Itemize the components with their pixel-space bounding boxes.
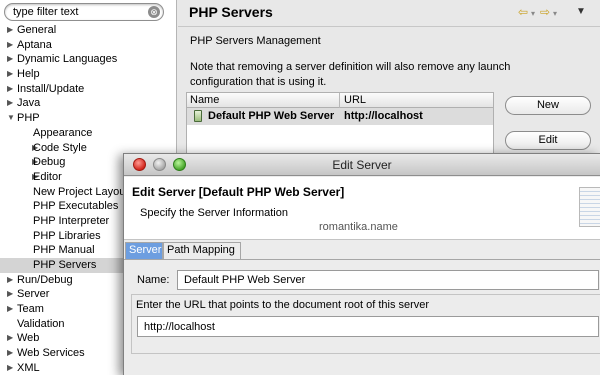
disclosure-collapsed-icon[interactable]: ▶ (7, 287, 16, 302)
disclosure-collapsed-icon[interactable]: ▶ (7, 361, 16, 375)
server-name-field[interactable] (177, 270, 599, 290)
forward-dropdown-icon[interactable]: ▾ (553, 9, 557, 18)
tree-item-label: Web Services (17, 347, 85, 360)
server-icon (194, 110, 202, 122)
removal-note: Note that removing a server definition w… (190, 61, 511, 88)
disclosure-collapsed-icon[interactable]: ▶ (7, 38, 16, 53)
new-button[interactable]: New (505, 96, 591, 115)
tree-item-label: Editor (33, 170, 62, 183)
disclosure-collapsed-icon[interactable]: ▶ (7, 273, 16, 288)
tree-item-label: PHP Servers (33, 259, 97, 271)
forward-arrow-icon[interactable]: ⇨ (540, 5, 550, 19)
disclosure-collapsed-icon[interactable]: ▶ (7, 302, 16, 317)
tree-item-label: New Project Layou (33, 185, 126, 198)
tree-item-label: Help (17, 68, 40, 81)
tree-item[interactable]: ▶ Java (0, 96, 176, 111)
page-header: PHP Servers ⇦ ▾ ⇨ ▾ ▼ (178, 0, 600, 26)
disclosure-collapsed-icon[interactable]: ▶ (7, 67, 16, 82)
tree-item-label: Validation (17, 317, 65, 330)
tree-item-label: Web (17, 332, 40, 345)
base-url-field[interactable] (137, 316, 599, 337)
tree-item[interactable]: ▶ Aptana (0, 38, 176, 53)
tree-item-label: Debug (33, 156, 66, 169)
url-description: Enter the URL that points to the documen… (136, 299, 430, 311)
table-row[interactable]: Default PHP Web Server http://localhost (187, 108, 493, 125)
tree-item-label: Aptana (17, 38, 52, 51)
column-header-name[interactable]: Name (190, 94, 219, 106)
back-dropdown-icon[interactable]: ▾ (531, 9, 535, 18)
filter-input[interactable] (13, 5, 143, 19)
table-header: Name URL (187, 93, 493, 108)
management-label: PHP Servers Management (190, 35, 321, 47)
header-divider (178, 26, 600, 27)
tree-item[interactable]: Appearance (0, 126, 176, 141)
tree-item-label: Code Style (33, 141, 87, 154)
tab-path-mapping[interactable]: Path Mapping (163, 242, 241, 259)
disclosure-collapsed-icon[interactable]: ▶ (7, 23, 16, 38)
tree-item-label: Team (17, 303, 44, 316)
view-menu-icon[interactable]: ▼ (576, 6, 586, 17)
disclosure-collapsed-icon[interactable]: ▶ (7, 82, 16, 97)
disclosure-collapsed-icon[interactable]: ▶ (7, 331, 16, 346)
tree-item-label: Java (17, 97, 41, 110)
tab-server[interactable]: Server (125, 242, 163, 259)
tree-item-label: Dynamic Languages (17, 53, 118, 66)
tree-item-label: PHP Manual (33, 244, 95, 257)
tree-item[interactable]: ▶ Dynamic Languages (0, 52, 176, 67)
server-name-cell: Default PHP Web Server (208, 110, 335, 122)
column-divider (339, 93, 340, 108)
tree-item-label: PHP Executables (33, 200, 119, 213)
dialog-banner: Edit Server [Default PHP Web Server] Spe… (124, 177, 600, 240)
tree-item-label: Run/Debug (17, 273, 73, 286)
dialog-heading: Edit Server [Default PHP Web Server] (132, 185, 345, 199)
page-title: PHP Servers (189, 4, 273, 20)
disclosure-collapsed-icon[interactable]: ▶ (7, 52, 16, 67)
disclosure-expanded-icon[interactable]: ▼ (7, 111, 16, 126)
tree-item-label: PHP (17, 112, 40, 125)
column-header-url[interactable]: URL (344, 94, 366, 106)
tree-item-label: PHP Interpreter (33, 214, 110, 227)
tree-item[interactable]: ▼ PHP (0, 111, 176, 126)
servers-table[interactable]: Name URL Default PHP Web Server http://l… (186, 92, 494, 154)
dialog-titlebar[interactable]: Edit Server (124, 154, 600, 176)
dialog-subheading: Specify the Server Information (140, 207, 288, 219)
tree-item[interactable]: ▶ Install/Update (0, 82, 176, 97)
tree-item[interactable]: ▶ Help (0, 67, 176, 82)
dialog-title: Edit Server (332, 158, 392, 172)
filter-field[interactable]: ⊗ (4, 3, 164, 21)
clear-filter-icon[interactable]: ⊗ (148, 6, 160, 18)
server-url-cell: http://localhost (344, 110, 423, 122)
tree-item[interactable]: ▶ General (0, 23, 176, 38)
tree-item-label: XML (17, 361, 40, 374)
name-label: Name: (137, 274, 170, 286)
tree-item-label: Install/Update (17, 82, 85, 95)
tree-item-label: Server (17, 288, 50, 301)
edit-server-dialog: Edit Server Edit Server [Default PHP Web… (123, 153, 600, 375)
edit-button[interactable]: Edit (505, 131, 591, 150)
back-arrow-icon[interactable]: ⇦ (518, 5, 528, 19)
tree-item-label: General (17, 24, 57, 36)
wizard-banner-icon (579, 187, 600, 227)
disclosure-collapsed-icon[interactable]: ▶ (7, 346, 16, 361)
tree-item-label: Appearance (33, 126, 93, 139)
watermark-text: romantika.name (319, 221, 398, 233)
disclosure-collapsed-icon[interactable]: ▶ (7, 96, 16, 111)
tree-item-label: PHP Libraries (33, 229, 101, 242)
